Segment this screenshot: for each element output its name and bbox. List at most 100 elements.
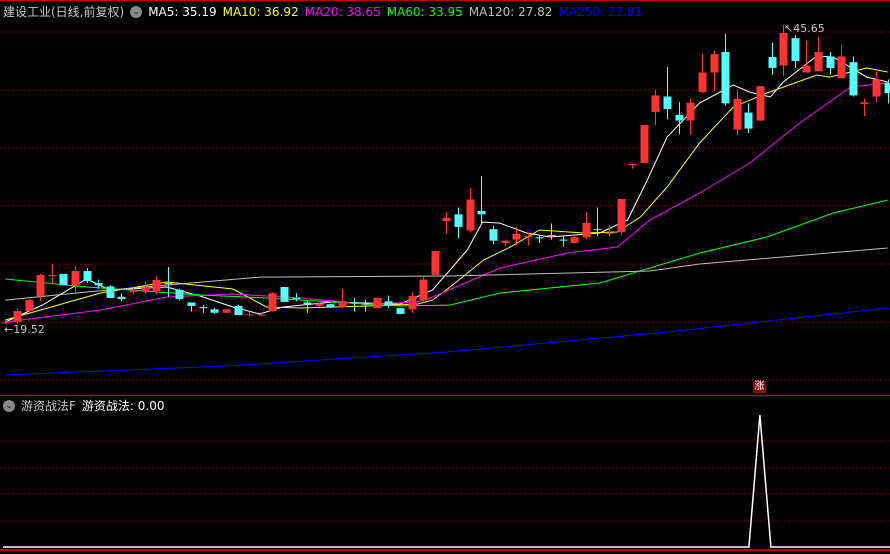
chevron-down-icon[interactable]: ⌄: [3, 399, 15, 412]
candle-body: [501, 240, 510, 243]
stock-chart[interactable]: [0, 0, 890, 554]
candle-up: [222, 309, 231, 313]
candle-body: [129, 289, 138, 293]
candle-body: [733, 98, 742, 130]
ma250-label: MA250: 22.81: [558, 5, 643, 19]
stock-title: 建设工业(日线,前复权): [3, 5, 125, 19]
ma5-label: MA5: 35.19: [148, 5, 217, 19]
candle-up: [431, 250, 440, 275]
candle-down: [454, 207, 463, 239]
candle-body: [744, 112, 753, 129]
candle-up: [419, 277, 428, 303]
min-price-value: 19.52: [13, 323, 45, 336]
indicator-panel-plot: [3, 414, 890, 548]
main-chart-header: 建设工业(日线,前复权) ⌄ MA5: 35.19 MA10: 36.92 MA…: [3, 5, 642, 19]
candle-down: [675, 102, 684, 135]
candle-body: [454, 214, 463, 227]
candlesticks: [1, 25, 890, 324]
candle-body: [117, 296, 126, 300]
candle-up: [628, 164, 637, 169]
candle-body: [83, 270, 92, 282]
candle-body: [292, 297, 301, 300]
candle-body: [303, 302, 312, 305]
ma120-label: MA120: 27.82: [468, 5, 553, 19]
candle-body: [234, 305, 243, 316]
ma20-line: [5, 82, 888, 323]
chevron-down-icon[interactable]: ⌄: [130, 6, 143, 18]
candle-up: [373, 297, 382, 309]
candle-body: [164, 283, 173, 285]
candle-body: [36, 275, 45, 297]
candle-up: [605, 224, 614, 237]
candle-body: [245, 314, 254, 316]
candle-body: [698, 72, 707, 92]
candle-body: [175, 289, 184, 300]
candle-body: [408, 296, 417, 310]
candle-body: [768, 57, 777, 68]
candle-body: [605, 232, 614, 234]
candle-down: [350, 297, 359, 312]
candle-body: [477, 210, 486, 215]
candle-body: [222, 309, 231, 313]
indicator-header: ⌄ 游资战法F 游资战法: 0.00: [3, 397, 164, 414]
candle-down: [721, 33, 730, 106]
candle-body: [721, 51, 730, 104]
candle-body: [48, 275, 57, 277]
candle-body: [326, 304, 335, 308]
candle-down: [106, 285, 115, 298]
candle-body: [872, 79, 881, 97]
indicator-name[interactable]: 游资战法F: [21, 397, 76, 414]
candle-body: [559, 239, 568, 241]
indicator-value: 游资战法: 0.00: [81, 399, 165, 413]
candle-down: [59, 273, 68, 286]
candle-body: [94, 283, 103, 286]
candle-down: [234, 304, 243, 316]
candle-body: [106, 286, 115, 298]
candle-up: [651, 89, 660, 126]
candle-body: [849, 62, 858, 96]
candle-body: [547, 234, 556, 237]
candle-down: [280, 287, 289, 302]
candle-down: [396, 308, 405, 314]
candle-down: [884, 79, 890, 104]
candle-body: [268, 293, 277, 312]
candle-down: [175, 288, 184, 301]
candle-body: [466, 199, 475, 231]
candle-up: [860, 98, 869, 116]
candle-up: [837, 45, 846, 79]
ma60-label: MA60: 33.95: [386, 5, 463, 19]
candle-body: [791, 38, 800, 62]
candle-up: [710, 50, 719, 91]
candle-body: [802, 65, 811, 73]
candle-body: [257, 314, 266, 316]
min-price-label: ←19.52: [4, 323, 45, 336]
candle-body: [779, 33, 788, 66]
candle-up: [25, 299, 34, 312]
candle-body: [396, 308, 405, 314]
candle-up: [48, 264, 57, 285]
candle-down: [117, 293, 126, 302]
candle-body: [361, 303, 370, 305]
ma10-label: MA10: 36.92: [222, 5, 299, 19]
candle-down: [593, 207, 602, 237]
candle-body: [570, 237, 579, 243]
candle-up: [338, 288, 347, 309]
candle-body: [593, 229, 602, 231]
candle-down: [791, 34, 800, 68]
ma250-line: [5, 307, 888, 376]
candle-body: [315, 303, 324, 306]
candle-up: [570, 234, 579, 243]
candle-body: [187, 302, 196, 306]
candle-body: [373, 297, 382, 309]
candle-body: [617, 199, 626, 233]
candle-body: [59, 273, 68, 286]
candle-up: [501, 239, 510, 247]
candle-body: [663, 96, 672, 110]
candle-down: [384, 295, 393, 309]
candle-body: [628, 164, 637, 166]
candle-body: [512, 233, 521, 240]
candle-down: [83, 268, 92, 284]
max-price-value: 45.65: [793, 22, 825, 35]
candle-down: [663, 66, 672, 120]
candle-body: [756, 86, 765, 121]
